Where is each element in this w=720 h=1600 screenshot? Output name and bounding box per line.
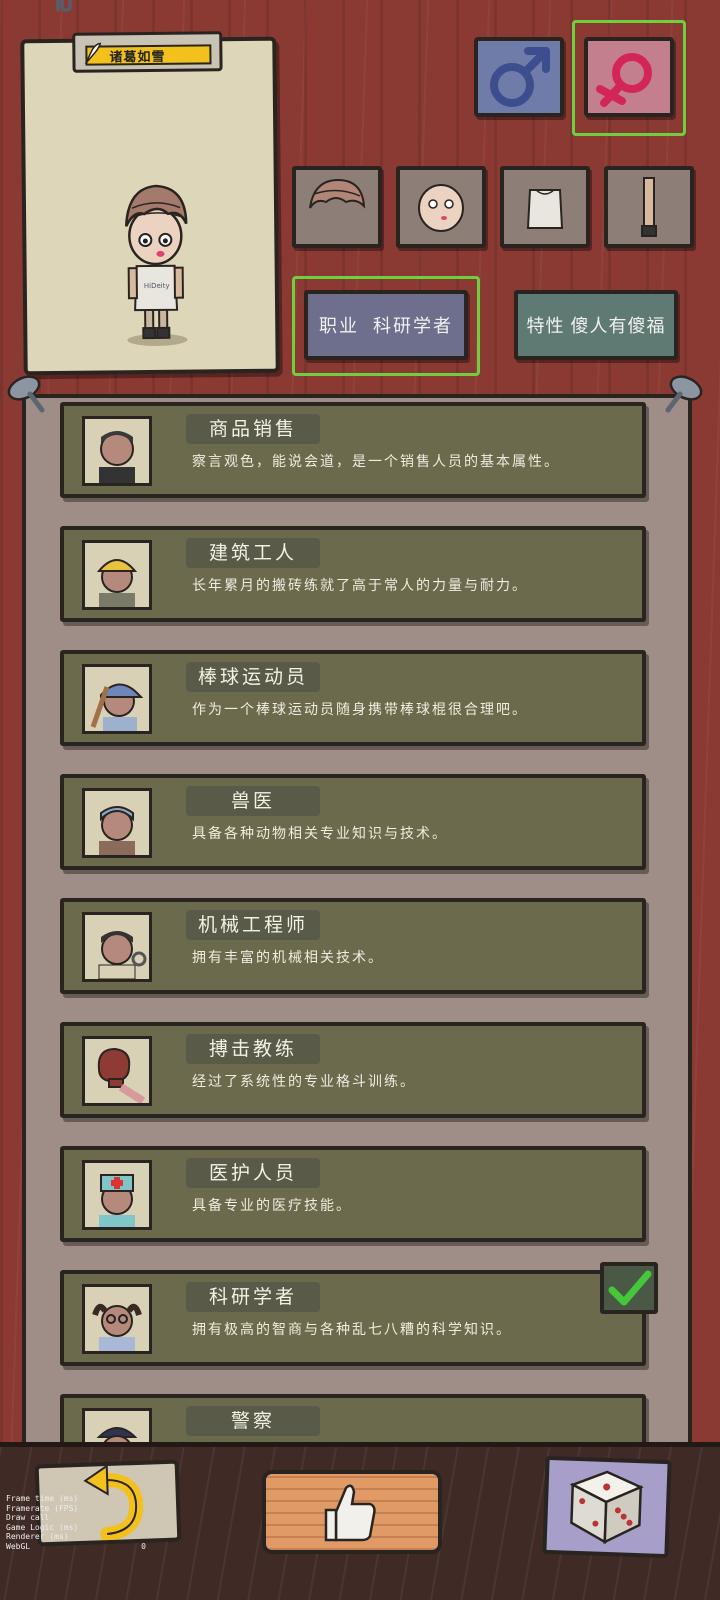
debug-row: Framerate (FPS) <box>6 1503 79 1513</box>
trait-button[interactable]: 特性 傻人有傻福 <box>514 290 678 360</box>
job-description: 拥有极高的智商与各种乱七八糟的科学知识。 <box>192 1322 512 1338</box>
construction-worker-avatar-icon <box>82 540 152 610</box>
job-description: 作为一个棒球运动员随身携带棒球棍很合理吧。 <box>192 702 528 718</box>
character-name: 诸葛如雪 <box>109 49 166 66</box>
job-description: 长年累月的搬砖练就了高于常人的力量与耐力。 <box>192 578 528 594</box>
job-card-baseball-player[interactable]: 棒球运动员 作为一个棒球运动员随身携带棒球棍很合理吧。 <box>60 650 646 746</box>
job-description: 察言观色，能说会道，是一个销售人员的基本属性。 <box>192 454 560 470</box>
female-button[interactable] <box>584 37 674 117</box>
face-icon <box>418 184 464 232</box>
scientist-avatar-icon <box>82 1284 152 1354</box>
vet-avatar-icon <box>82 788 152 858</box>
medic-avatar-icon <box>82 1160 152 1230</box>
job-list-panel[interactable]: 商品销售 察言观色，能说会道，是一个销售人员的基本属性。 建筑工人 长年累月的搬… <box>22 394 692 1442</box>
pants-icon <box>641 177 657 237</box>
debug-row: Renderer (ms) <box>6 1532 69 1541</box>
job-card-salesman[interactable]: 商品销售 察言观色，能说会道，是一个销售人员的基本属性。 <box>60 402 646 498</box>
trait-label: 特性 <box>526 316 565 337</box>
checkmark-icon <box>608 1270 652 1306</box>
name-tag[interactable]: 诸葛如雪 <box>72 31 223 73</box>
job-description: 经过了系统性的专业格斗训练。 <box>192 1074 416 1090</box>
dice-icon <box>569 1470 644 1545</box>
salesman-avatar-icon <box>82 416 152 486</box>
shirt-logo: HiDeity <box>144 282 170 290</box>
job-description: 具备各种动物相关专业知识与技术。 <box>192 826 448 842</box>
job-description: 具备专业的医疗技能。 <box>192 1198 352 1214</box>
debug-row: WebGL 0 <box>6 1541 146 1551</box>
job-label: 职业 <box>319 316 359 337</box>
debug-row: Draw call <box>6 1513 50 1522</box>
debug-stats-overlay: Frame time (ms) Framerate (FPS) Draw cal… <box>6 1494 146 1551</box>
character-portrait-card: 诸葛如雪 HiDeity <box>20 31 280 376</box>
job-card-construction-worker[interactable]: 建筑工人 长年累月的搬砖练就了高于常人的力量与耐力。 <box>60 526 646 622</box>
job-value: 科研学者 <box>373 316 453 337</box>
mechanic-avatar-icon <box>82 912 152 982</box>
thumbs-up-icon <box>324 1484 376 1542</box>
baseball-player-avatar-icon <box>82 664 152 734</box>
pin-icon <box>665 375 703 413</box>
pin-icon <box>7 375 45 413</box>
hair-icon <box>309 178 366 209</box>
feather-icon <box>81 41 103 67</box>
character-preview: HiDeity <box>124 184 188 346</box>
job-title: 医护人员 <box>208 1162 297 1184</box>
job-card-police[interactable]: 警察 <box>60 1394 646 1442</box>
male-symbol-icon <box>490 47 550 107</box>
job-button[interactable]: 职业 科研学者 <box>304 290 468 360</box>
job-title: 建筑工人 <box>208 542 297 564</box>
job-description: 拥有丰富的机械相关技术。 <box>192 950 384 966</box>
face-slot-button[interactable] <box>396 166 486 248</box>
job-card-scientist[interactable]: 科研学者 拥有极高的智商与各种乱七八糟的科学知识。 <box>60 1270 646 1366</box>
debug-row: Game Logic (ms) <box>6 1522 79 1532</box>
paper-clip-icon <box>56 0 72 12</box>
job-title: 兽医 <box>230 790 275 812</box>
job-title: 科研学者 <box>208 1286 297 1308</box>
hair-slot-button[interactable] <box>292 166 382 248</box>
job-title: 机械工程师 <box>197 914 308 936</box>
job-card-mechanic[interactable]: 机械工程师 拥有丰富的机械相关技术。 <box>60 898 646 994</box>
confirm-button[interactable] <box>262 1470 442 1554</box>
female-symbol-icon <box>596 53 652 107</box>
trait-value: 傻人有傻福 <box>570 316 666 337</box>
randomize-dice-button[interactable] <box>542 1455 672 1559</box>
job-title: 商品销售 <box>208 418 297 440</box>
legs-slot-button[interactable] <box>604 166 694 248</box>
police-avatar-icon <box>82 1408 152 1442</box>
clothes-slot-button[interactable] <box>500 166 590 248</box>
debug-row: Frame time (ms) <box>6 1494 79 1503</box>
male-button[interactable] <box>474 37 564 117</box>
job-card-vet[interactable]: 兽医 具备各种动物相关专业知识与技术。 <box>60 774 646 870</box>
job-card-medic[interactable]: 医护人员 具备专业的医疗技能。 <box>60 1146 646 1242</box>
boxing-glove-icon <box>82 1036 152 1106</box>
job-title: 搏击教练 <box>208 1038 297 1060</box>
job-title: 棒球运动员 <box>197 666 308 688</box>
job-title: 警察 <box>230 1410 275 1432</box>
shirt-icon <box>526 189 564 229</box>
job-card-boxing-coach[interactable]: 搏击教练 经过了系统性的专业格斗训练。 <box>60 1022 646 1118</box>
selected-checkmark <box>600 1262 658 1314</box>
